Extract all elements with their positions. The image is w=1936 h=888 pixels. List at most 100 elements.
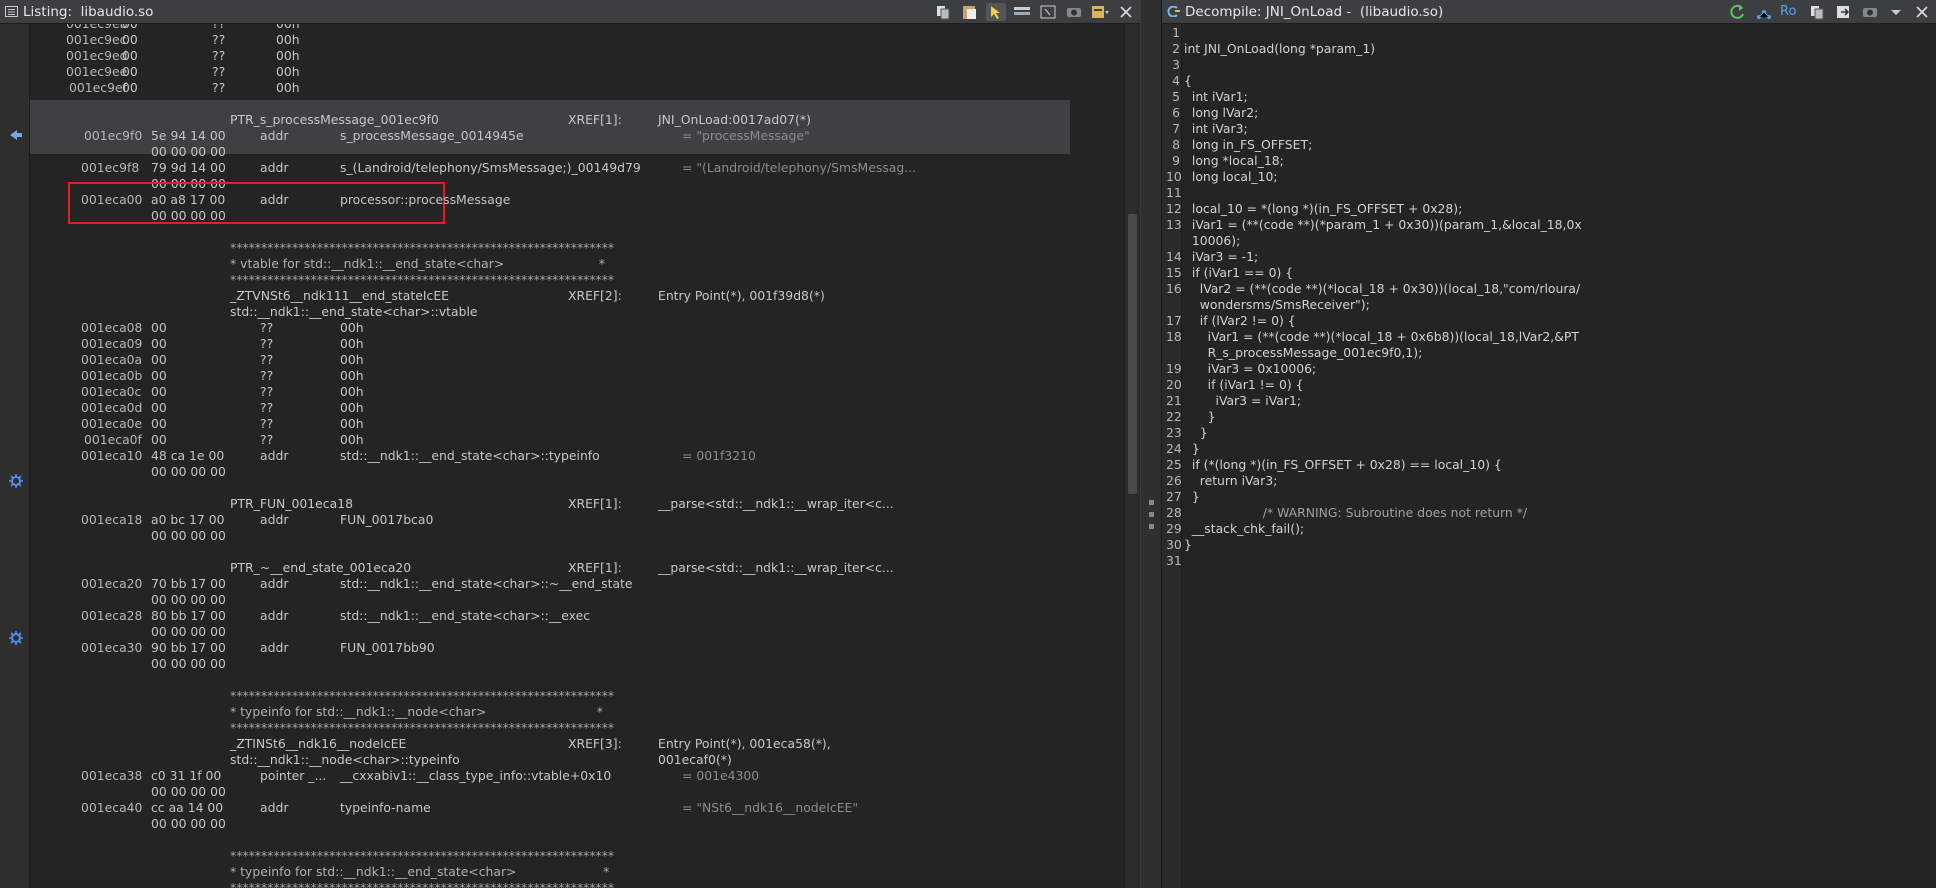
listing-address[interactable]: 001ec9ee	[66, 64, 127, 80]
listing-operand[interactable]: __cxxabiv1::__class_type_info::vtable+0x…	[340, 768, 611, 784]
code-line[interactable]: lVar2 = (**(code **)(*local_18 + 0x30))(…	[1184, 281, 1580, 297]
snapshot-icon[interactable]	[1860, 3, 1880, 21]
function-gear-icon[interactable]	[9, 631, 23, 645]
listing-address[interactable]: 001ec9f8	[81, 160, 139, 176]
splitter-grip[interactable]	[1149, 500, 1154, 505]
refresh-icon[interactable]	[1728, 3, 1748, 21]
pointer-label[interactable]: PTR_FUN_001eca18	[230, 496, 353, 512]
listing-address[interactable]: 001eca0b	[81, 368, 142, 384]
symbol-sublabel[interactable]: std::__ndk1::__node<char>::typeinfo	[230, 752, 460, 768]
code-line[interactable]: long lVar2;	[1184, 105, 1258, 121]
code-line[interactable]: __stack_chk_fail();	[1184, 521, 1304, 537]
listing-address[interactable]: 001eca0c	[81, 384, 141, 400]
listing-address[interactable]: 001eca18	[81, 512, 142, 528]
listing-address[interactable]: 001ec9ef	[69, 80, 127, 96]
symbol-label[interactable]: _ZTVNSt6__ndk111__end_stateIcEE	[230, 288, 449, 304]
listing-body[interactable]: 001ec9eb 00 ?? 00h 001ec9ec 00 ?? 00h 00…	[30, 24, 1124, 888]
code-line[interactable]: if (*(long *)(in_FS_OFFSET + 0x28) == lo…	[1184, 457, 1502, 473]
panel-splitter[interactable]	[1140, 0, 1162, 888]
code-line[interactable]: long local_10;	[1184, 169, 1278, 185]
field-layout-icon[interactable]	[1012, 3, 1032, 21]
paste-icon[interactable]	[960, 3, 980, 21]
scroll-thumb[interactable]	[1128, 214, 1137, 494]
code-line[interactable]: 10006);	[1184, 233, 1240, 249]
listing-operand[interactable]: s_processMessage_0014945e	[340, 128, 524, 144]
listing-operand[interactable]: FUN_0017bca0	[340, 512, 433, 528]
code-line[interactable]: local_10 = *(long *)(in_FS_OFFSET + 0x28…	[1184, 201, 1462, 217]
xref-link[interactable]: __parse<std::__ndk1::__wrap_iter<c...	[658, 496, 894, 512]
cursor-select-icon[interactable]	[986, 3, 1006, 21]
code-line[interactable]: int iVar3;	[1184, 121, 1248, 137]
listing-address[interactable]: 001eca38	[81, 768, 142, 784]
code-line[interactable]: iVar3 = iVar1;	[1184, 393, 1302, 409]
code-line[interactable]: iVar3 = 0x10006;	[1184, 361, 1317, 377]
listing-address[interactable]: 001ec9eb	[66, 24, 127, 32]
xref-link[interactable]: Entry Point(*), 001eca58(*),	[658, 736, 831, 752]
code-line[interactable]: iVar1 = (**(code **)(*local_18 + 0x6b8))…	[1184, 329, 1579, 345]
listing-operand[interactable]: std::__ndk1::__end_state<char>::~__end_s…	[340, 576, 633, 592]
listing-scrollbar[interactable]	[1124, 24, 1140, 888]
function-gear-icon[interactable]	[9, 474, 23, 488]
chevron-down-icon[interactable]	[1886, 3, 1906, 21]
listing-address[interactable]: 001eca28	[81, 608, 142, 624]
copy-icon[interactable]	[934, 3, 954, 21]
code-line[interactable]: if (lVar2 != 0) {	[1184, 313, 1296, 329]
splitter-grip[interactable]	[1149, 512, 1154, 517]
decompile-code[interactable]: int JNI_OnLoad(long *param_1) { int iVar1…	[1182, 24, 1936, 888]
pointer-label[interactable]: PTR_~__end_state_001eca20	[230, 560, 411, 576]
listing-address[interactable]: 001eca08	[81, 320, 142, 336]
listing-operand[interactable]: typeinfo-name	[340, 800, 431, 816]
symbol-sublabel[interactable]: std::__ndk1::__end_state<char>::vtable	[230, 304, 478, 320]
close-icon[interactable]	[1116, 3, 1136, 21]
listing-address[interactable]: 001eca40	[81, 800, 142, 816]
graph-icon[interactable]	[1754, 3, 1774, 21]
code-line[interactable]: }	[1184, 409, 1216, 425]
xref-link[interactable]: JNI_OnLoad:0017ad07(*)	[658, 112, 811, 128]
listing-address[interactable]: 001eca0f	[84, 432, 142, 448]
code-line[interactable]: }	[1184, 537, 1192, 553]
code-line[interactable]: R_s_processMessage_001ec9f0,1);	[1184, 345, 1423, 361]
splitter-grip[interactable]	[1149, 524, 1154, 529]
code-line[interactable]: }	[1184, 489, 1200, 505]
pointer-marker-icon[interactable]	[9, 128, 23, 142]
code-line[interactable]: int JNI_OnLoad(long *param_1)	[1184, 41, 1375, 57]
display-options-icon[interactable]	[1090, 3, 1110, 21]
readonly-toggle[interactable]: Ro	[1780, 3, 1802, 21]
code-line[interactable]: }	[1184, 425, 1208, 441]
code-line[interactable]: if (iVar1 != 0) {	[1184, 377, 1304, 393]
code-line[interactable]: long *local_18;	[1184, 153, 1284, 169]
xref-link[interactable]: 001ecaf0(*)	[658, 752, 732, 768]
code-line[interactable]: }	[1184, 441, 1200, 457]
xref-link[interactable]: Entry Point(*), 001f39d8(*)	[658, 288, 825, 304]
code-line[interactable]: long in_FS_OFFSET;	[1184, 137, 1312, 153]
listing-operand[interactable]: std::__ndk1::__end_state<char>::typeinfo	[340, 448, 600, 464]
listing-address[interactable]: 001ec9ec	[66, 32, 126, 48]
code-line[interactable]: iVar1 = (**(code **)(*param_1 + 0x30))(p…	[1184, 217, 1582, 233]
listing-address[interactable]: 001eca30	[81, 640, 142, 656]
code-line[interactable]: iVar3 = -1;	[1184, 249, 1258, 265]
listing-operand[interactable]: s_(Landroid/telephony/SmsMessage;)_00149…	[340, 160, 641, 176]
listing-address[interactable]: 001ec9ed	[66, 48, 127, 64]
listing-address[interactable]: 001eca0d	[81, 400, 142, 416]
code-line[interactable]: {	[1184, 73, 1192, 89]
listing-address[interactable]: 001ec9f0	[84, 128, 142, 144]
listing-address[interactable]: 001eca09	[81, 336, 142, 352]
code-line[interactable]: /* WARNING: Subroutine does not return *…	[1184, 505, 1527, 521]
close-icon[interactable]	[1912, 3, 1932, 21]
listing-operand[interactable]: processor::processMessage	[340, 192, 510, 208]
listing-address[interactable]: 001eca0a	[81, 352, 142, 368]
code-line[interactable]: wondersms/SmsReceiver");	[1184, 297, 1370, 313]
pointer-label[interactable]: PTR_s_processMessage_001ec9f0	[230, 112, 439, 128]
code-line[interactable]: if (iVar1 == 0) {	[1184, 265, 1293, 281]
copy-icon[interactable]	[1808, 3, 1828, 21]
listing-operand[interactable]: FUN_0017bb90	[340, 640, 435, 656]
xref-link[interactable]: __parse<std::__ndk1::__wrap_iter<c...	[658, 560, 894, 576]
symbol-label[interactable]: _ZTINSt6__ndk16__nodeIcEE	[230, 736, 406, 752]
code-line[interactable]: return iVar3;	[1184, 473, 1278, 489]
listing-operand[interactable]: std::__ndk1::__end_state<char>::__exec	[340, 608, 590, 624]
listing-address[interactable]: 001eca0e	[81, 416, 142, 432]
listing-address[interactable]: 001eca10	[81, 448, 142, 464]
diff-view-icon[interactable]	[1038, 3, 1058, 21]
export-icon[interactable]	[1834, 3, 1854, 21]
snapshot-icon[interactable]	[1064, 3, 1084, 21]
